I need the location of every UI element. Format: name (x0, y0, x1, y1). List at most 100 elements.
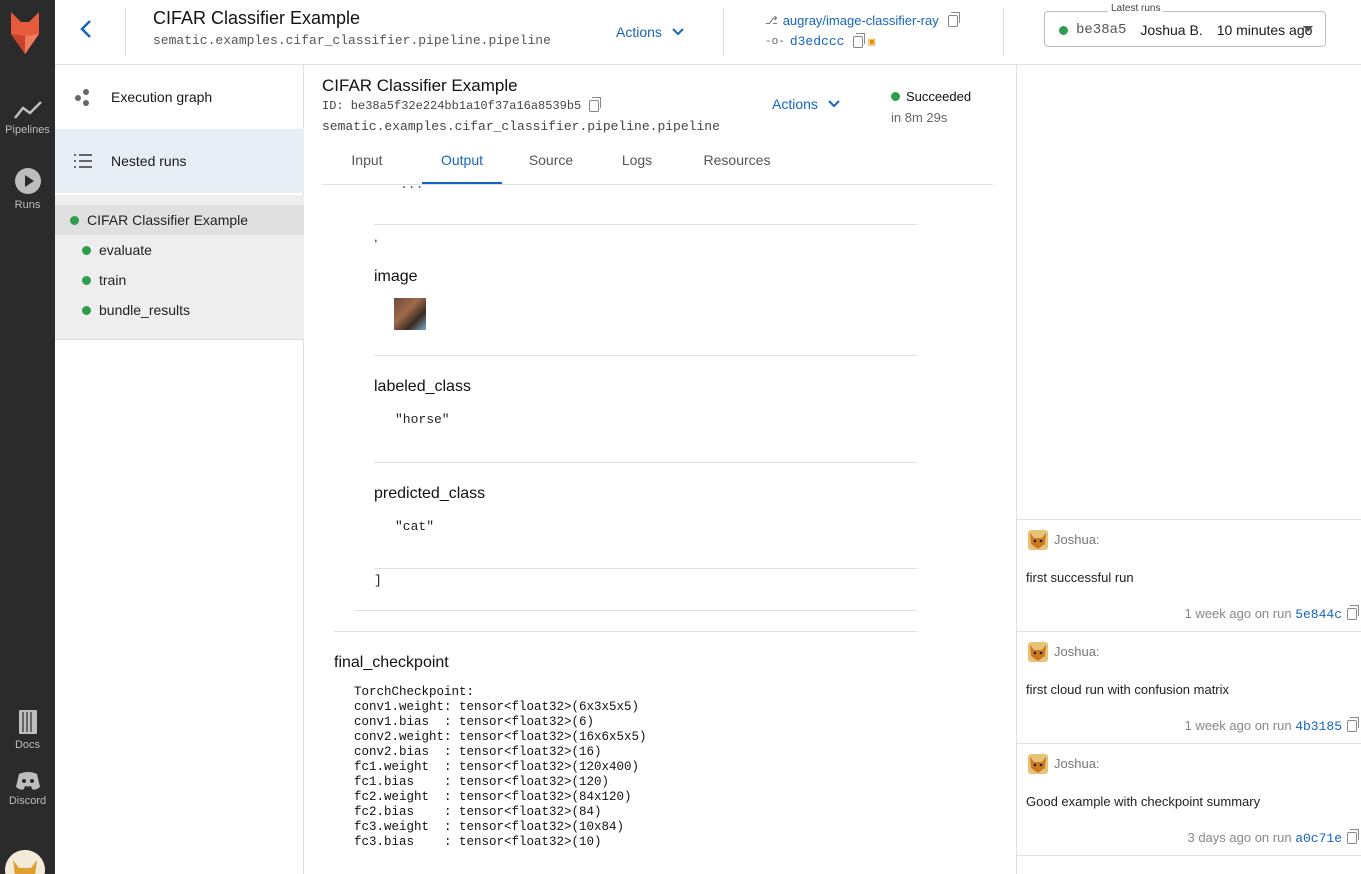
branch-link[interactable]: augray/image-classifier-ray (783, 13, 939, 28)
graph-icon (75, 89, 89, 106)
nested-runs-tree: CIFAR Classifier Example evaluate train … (55, 195, 304, 340)
note-meta-text: 1 week ago on run (1184, 606, 1292, 621)
note-author: Joshua: (1054, 756, 1100, 771)
copy-icon[interactable] (853, 32, 866, 48)
divider (354, 610, 917, 611)
nav-pipelines-label: Pipelines (5, 124, 50, 136)
note-item: Joshua: Good example with checkpoint sum… (1017, 743, 1361, 855)
tree-item-bundle-results[interactable]: bundle_results (55, 295, 304, 325)
note-meta: 1 week ago on run 4b3185 (1185, 718, 1342, 734)
sematic-logo[interactable] (9, 10, 41, 63)
divider (723, 8, 724, 56)
left-nav: Pipelines Runs Docs Discord (0, 0, 55, 874)
nav-runs[interactable]: Runs (0, 167, 55, 211)
tab-output[interactable]: Output (422, 152, 502, 184)
nav-discord[interactable]: Discord (0, 771, 55, 807)
nav-docs-label: Docs (14, 739, 41, 751)
back-button[interactable] (79, 18, 101, 46)
note-body: Good example with checkpoint summary (1026, 794, 1261, 809)
discord-icon (15, 772, 40, 790)
copy-icon[interactable] (1347, 829, 1359, 844)
status-dot (1059, 25, 1068, 35)
play-icon (14, 168, 41, 194)
copy-icon[interactable] (589, 97, 602, 112)
tree-item-label: train (99, 272, 127, 288)
git-branch: ⎇ augray/image-classifier-ray (765, 11, 960, 28)
run-details-panel: CIFAR Classifier Example ID: be38a5f32e2… (305, 65, 1016, 874)
tree-item-label: evaluate (99, 242, 152, 258)
status-dot (82, 245, 91, 255)
note-author: Joshua: (1054, 644, 1100, 659)
run-id-text: ID: be38a5f32e224bb1a10f37a16a8539b5 (322, 99, 582, 113)
nav-runs-label: Runs (14, 199, 41, 211)
output-content: ... , image labeled_class "horse" predic… (305, 185, 1016, 874)
copy-icon[interactable] (1347, 605, 1359, 620)
sample-image-thumbnail[interactable] (394, 298, 426, 330)
predicted-class-value: "cat" (395, 519, 435, 534)
note-item: Joshua: first cloud run with confusion m… (1017, 631, 1361, 743)
run-tabs: Input Output Source Logs Resources (322, 145, 993, 185)
nav-docs[interactable]: Docs (0, 709, 55, 751)
user-avatar[interactable] (5, 850, 45, 874)
notes-panel: Joshua: first successful run 1 week ago … (1016, 65, 1361, 874)
latest-runs-select[interactable]: be38a5 Joshua B. 10 minutes ago (1044, 11, 1326, 47)
divider (374, 462, 917, 463)
divider (1017, 855, 1361, 856)
tab-input[interactable]: Input (334, 152, 400, 184)
tab-nested-runs[interactable]: Nested runs (55, 129, 304, 193)
latest-run-user: Joshua B. (1140, 22, 1203, 38)
header-actions-button[interactable]: Actions (616, 24, 684, 40)
labeled-class-value: "horse" (395, 412, 450, 427)
git-commit: -o- d3edccc ▣ (765, 32, 876, 49)
run-duration: in 8m 29s (891, 110, 948, 125)
note-meta-text: 3 days ago on run (1187, 830, 1292, 845)
commit-link[interactable]: d3edccc (790, 34, 845, 49)
divider (374, 355, 917, 356)
tab-source[interactable]: Source (518, 152, 584, 184)
field-label-labeled-class: labeled_class (374, 378, 471, 395)
run-status: Succeeded in 8m 29s (891, 89, 971, 125)
status-dot (82, 305, 91, 315)
note-avatar (1028, 530, 1048, 550)
note-run-link[interactable]: a0c71e (1295, 831, 1342, 846)
status-dot (891, 92, 900, 101)
tree-item-evaluate[interactable]: evaluate (55, 235, 304, 265)
run-sidebar: Execution graph Nested runs CIFAR Classi… (55, 65, 304, 874)
status-dot (82, 275, 91, 285)
dirty-warning-icon: ▣ (868, 36, 876, 49)
note-body: first cloud run with confusion matrix (1026, 682, 1230, 697)
note-run-link[interactable]: 4b3185 (1295, 719, 1342, 734)
status-text: Succeeded (906, 89, 972, 104)
list-close-bracket: ] (374, 573, 382, 588)
divider (125, 8, 126, 56)
chevron-down-icon (828, 100, 840, 108)
caret-down-icon (1303, 26, 1313, 32)
list-separator: , (374, 229, 378, 244)
tree-item-train[interactable]: train (55, 265, 304, 295)
nested-runs-label: Nested runs (111, 153, 187, 169)
commit-icon: -o- (765, 35, 785, 48)
run-actions-button[interactable]: Actions (772, 96, 840, 112)
latest-run-id: be38a5 (1076, 22, 1127, 38)
tab-execution-graph[interactable]: Execution graph (55, 65, 304, 129)
tab-logs[interactable]: Logs (612, 152, 662, 184)
divider (334, 631, 917, 632)
tree-item-label: bundle_results (99, 302, 191, 318)
tree-item-root[interactable]: CIFAR Classifier Example (55, 205, 304, 235)
top-header: CIFAR Classifier Example sematic.example… (55, 0, 1361, 65)
run-title: CIFAR Classifier Example (322, 76, 518, 95)
clipped-value: ... (400, 185, 423, 192)
run-id: ID: be38a5f32e224bb1a10f37a16a8539b5 (322, 97, 602, 113)
tab-resources[interactable]: Resources (692, 152, 782, 184)
copy-icon[interactable] (1347, 717, 1359, 732)
copy-icon[interactable] (947, 11, 960, 27)
nav-pipelines[interactable]: Pipelines (0, 100, 55, 136)
header-actions-label: Actions (616, 24, 662, 40)
note-run-link[interactable]: 5e844c (1295, 607, 1342, 622)
pipeline-path: sematic.examples.cifar_classifier.pipeli… (153, 33, 551, 48)
latest-run-time: 10 minutes ago (1216, 22, 1313, 38)
book-icon (18, 710, 37, 734)
branch-icon: ⎇ (765, 15, 778, 27)
field-label-image: image (374, 268, 418, 285)
field-label-predicted-class: predicted_class (374, 485, 486, 502)
